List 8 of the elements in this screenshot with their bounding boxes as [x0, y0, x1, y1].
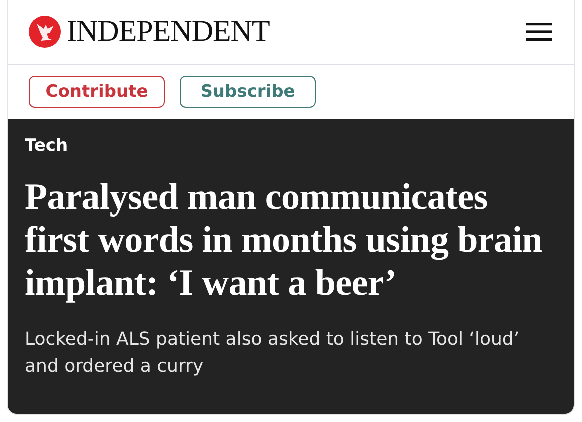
- headline[interactable]: Paralysed man communicates first words in months using brain implant: ‘I want a beer’: [25, 176, 557, 305]
- subscribe-button[interactable]: Subscribe: [180, 76, 316, 108]
- logo-wordmark[interactable]: INDEPENDENT: [67, 15, 270, 49]
- section-label[interactable]: Tech: [25, 136, 557, 156]
- eagle-logo-icon[interactable]: [29, 16, 61, 48]
- menu-icon[interactable]: [526, 22, 552, 42]
- contribute-button[interactable]: Contribute: [29, 76, 165, 108]
- standfirst: Locked-in ALS patient also asked to listen to Tool ‘loud’ and ordered a curry: [25, 328, 521, 379]
